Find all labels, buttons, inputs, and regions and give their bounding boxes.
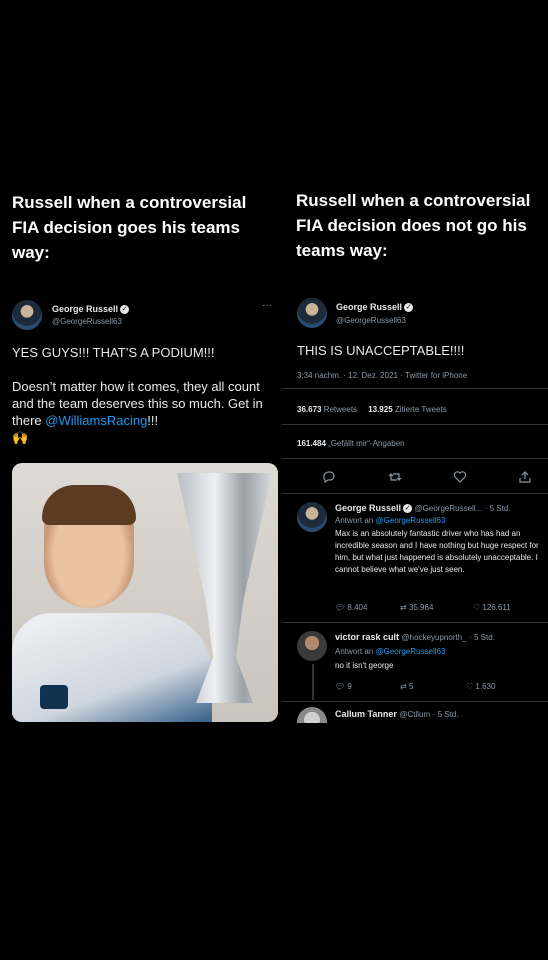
tweet-timestamp[interactable]: 3:34 nachm. · 12. Dez. 2021 · Twitter fo… bbox=[297, 371, 467, 380]
avatar[interactable] bbox=[297, 707, 327, 723]
divider bbox=[282, 424, 548, 425]
reply-icon[interactable] bbox=[322, 470, 336, 487]
avatar[interactable] bbox=[297, 502, 327, 532]
author-handle[interactable]: @GeorgeRussell63 bbox=[52, 317, 122, 326]
like-count[interactable]: ♡ 126.611 bbox=[473, 603, 511, 612]
divider bbox=[282, 388, 548, 389]
reply-context: Antwort an @GeorgeRussell63 bbox=[335, 647, 446, 656]
like-count[interactable]: ♡ 1.630 bbox=[466, 682, 495, 691]
raised-hands-icon: 🙌 bbox=[12, 430, 29, 445]
like-icon[interactable] bbox=[453, 470, 467, 487]
photo-suit-badge bbox=[40, 685, 68, 709]
author-name[interactable]: George Russell ✓ bbox=[336, 302, 414, 313]
tweet-photo[interactable] bbox=[12, 463, 278, 722]
retweet-count[interactable]: ⇄ 35.964 bbox=[400, 603, 433, 612]
retweets-count[interactable]: 36.673 bbox=[297, 405, 321, 414]
author-handle[interactable]: @GeorgeRussell63 bbox=[336, 316, 406, 325]
verified-icon: ✓ bbox=[403, 504, 413, 514]
verified-icon: ✓ bbox=[404, 303, 414, 313]
reply-count[interactable]: 💬︎ 8.404 bbox=[335, 603, 367, 612]
tweet-text: THIS IS UNACCEPTABLE!!!! bbox=[297, 343, 465, 358]
avatar[interactable] bbox=[297, 298, 327, 328]
divider bbox=[282, 493, 548, 494]
reply-text: no it isn't george bbox=[335, 661, 394, 670]
tweet-line-1: YES GUYS!!! THAT’S A PODIUM!!! bbox=[12, 345, 215, 360]
tweet-text: YES GUYS!!! THAT’S A PODIUM!!! Doesn’t m… bbox=[12, 344, 274, 446]
reply-count[interactable]: 💬︎ 9 bbox=[335, 682, 352, 691]
avatar[interactable] bbox=[12, 300, 42, 330]
thread-line bbox=[312, 664, 314, 700]
photo-hair bbox=[42, 485, 136, 525]
more-options-icon[interactable]: ··· bbox=[262, 300, 272, 311]
quotes-count[interactable]: 13.925 bbox=[368, 405, 392, 414]
retweet-count[interactable]: ⇄ 5 bbox=[400, 682, 413, 691]
reply-author[interactable]: George Russell ✓ @GeorgeRussell... · 5 St… bbox=[335, 503, 511, 514]
tweet-stats-row: 36.673 Retweets 13.925 Zitierte Tweets bbox=[297, 405, 447, 414]
divider bbox=[282, 622, 548, 623]
author-name[interactable]: George Russell ✓ bbox=[52, 304, 130, 315]
tweet-line-2: Doesn’t matter how it comes, they all co… bbox=[12, 379, 263, 445]
meme-caption-left: Russell when a controversial FIA decisio… bbox=[12, 193, 247, 262]
avatar[interactable] bbox=[297, 631, 327, 661]
meme-caption-right: Russell when a controversial FIA decisio… bbox=[296, 191, 531, 260]
likes-count[interactable]: 161.484 bbox=[297, 439, 326, 448]
divider bbox=[282, 701, 548, 702]
divider bbox=[282, 458, 548, 459]
reply-context: Antwort an @GeorgeRussell63 bbox=[335, 516, 446, 525]
share-icon[interactable] bbox=[518, 470, 532, 487]
verified-icon: ✓ bbox=[120, 305, 130, 315]
reply-text: Max is an absolutely fantastic driver wh… bbox=[335, 529, 539, 574]
likes-row: 161.484 „Gefällt mir“-Angaben bbox=[297, 439, 405, 448]
reply-author[interactable]: victor rask cult @hockeyupnorth_ · 5 Std… bbox=[335, 632, 495, 642]
mention-link[interactable]: @WilliamsRacing bbox=[45, 413, 147, 428]
thread-line bbox=[312, 536, 314, 622]
retweet-icon[interactable] bbox=[388, 470, 402, 487]
reply-author[interactable]: Callum Tanner @Ctllum · 5 Std. bbox=[335, 709, 458, 719]
